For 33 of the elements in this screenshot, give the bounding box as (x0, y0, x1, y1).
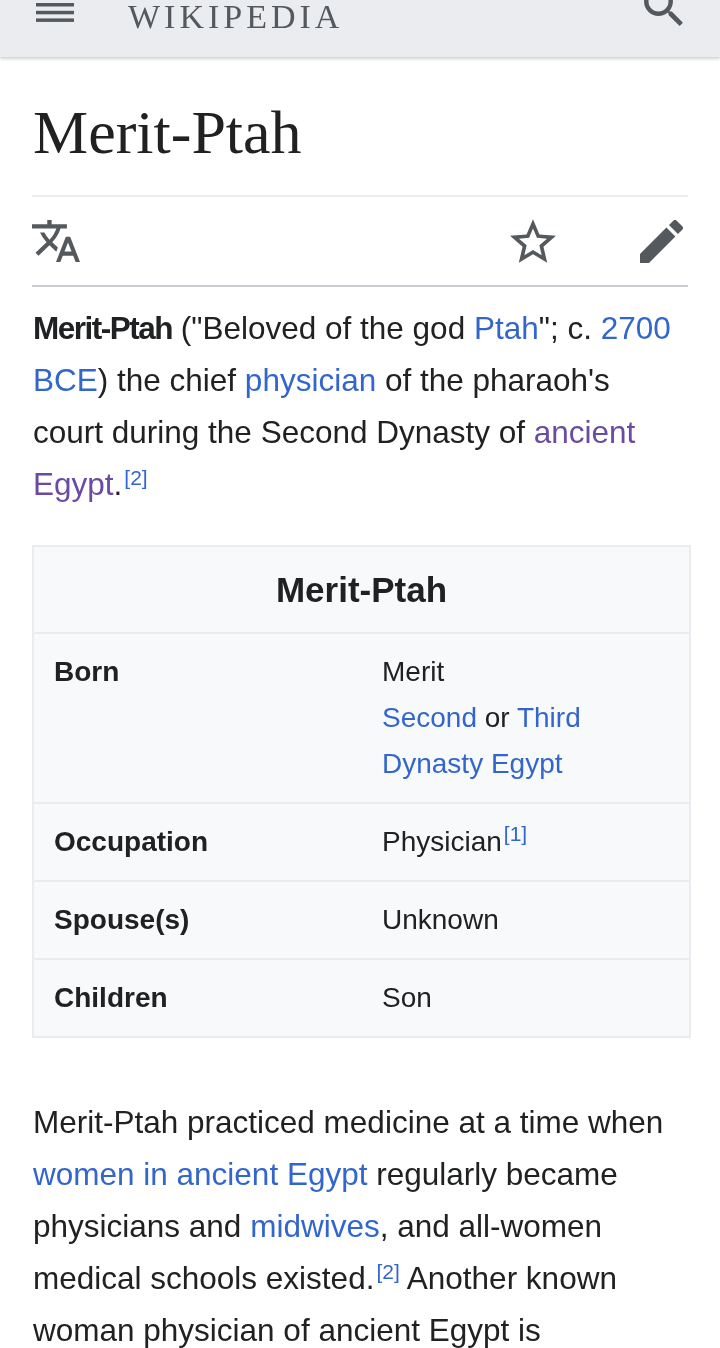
infobox-value: Physician$^{[1]}$ (382, 820, 529, 859)
infobox-title: Merit-Ptah (274, 569, 449, 611)
pencil-icon[interactable] (640, 219, 683, 263)
infobox-value: Unknown (382, 903, 500, 937)
translate-icon[interactable] (32, 220, 80, 262)
article-link[interactable]: Ptah (473, 310, 539, 346)
reference-link[interactable]: [1] (503, 821, 528, 845)
lead-paragraph: Merit-Ptah ("Beloved of the god Ptah"; c. 2700 BCE) the chief physician of the pharaoh's court during the Second Dynasty of ancient Egypt.$^{[2]}$ (33, 309, 672, 504)
site-wordmark[interactable]: WIKIPEDIA (128, 0, 344, 34)
search-icon[interactable] (644, 0, 683, 26)
article-link[interactable]: Second (382, 702, 477, 733)
star-icon[interactable] (510, 219, 556, 263)
page-title: Merit-Ptah (33, 101, 303, 163)
infobox-value: Son (382, 981, 433, 1015)
infobox-label: Children (54, 981, 169, 1015)
reference-link[interactable]: [2] (124, 465, 148, 489)
infobox-label: Born (54, 655, 121, 689)
article-link[interactable]: Egypt (33, 466, 114, 502)
menu-icon[interactable] (36, 3, 74, 22)
article-link[interactable]: Dynasty Egypt (382, 748, 563, 779)
article-link[interactable]: Third (516, 702, 581, 733)
article-link[interactable]: midwives (250, 1208, 380, 1244)
infobox-value: Second or Third Dynasty Egypt (382, 701, 582, 781)
infobox-label: Spouse(s) (54, 903, 191, 937)
article-link[interactable]: ancient (533, 414, 636, 450)
body-paragraph: Merit-Ptah practiced medicine at a time when women in ancient Egypt regularly became physicians and midwives, and all-women medical schools existed.$^{[2]}$ Another known woman physician of ancient Egypt is (33, 1103, 665, 1348)
infobox-value: Merit (382, 655, 446, 689)
article-link[interactable]: physician (244, 362, 377, 398)
article-link[interactable]: 2700 (600, 310, 671, 346)
reference-link[interactable]: [2] (376, 1259, 400, 1283)
article-link[interactable]: women in ancient Egypt (33, 1156, 368, 1192)
infobox-label: Occupation (54, 825, 209, 859)
article-link[interactable]: BCE (33, 362, 98, 398)
